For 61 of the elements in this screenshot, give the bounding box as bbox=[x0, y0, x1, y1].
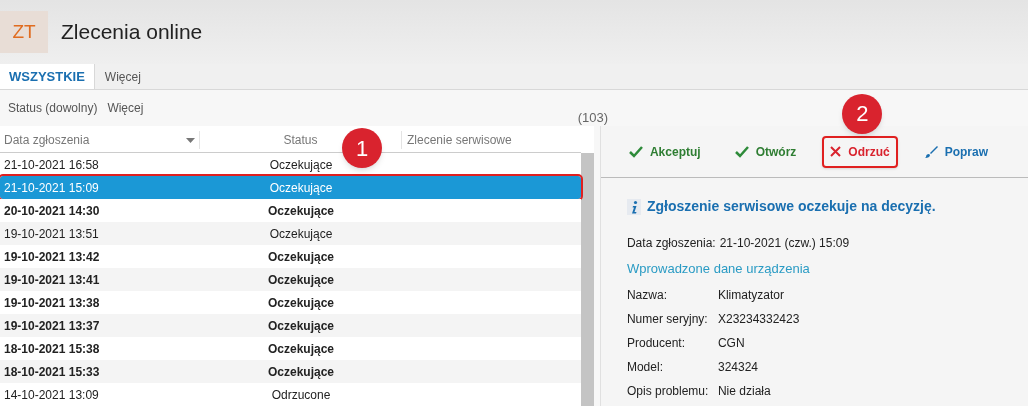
table-row[interactable]: 19-10-2021 13:51 Oczekujące bbox=[0, 222, 581, 245]
check-icon bbox=[734, 145, 749, 158]
date-cell-text: 19-10-2021 13:51 bbox=[3, 225, 100, 243]
status-cell-text: Oczekujące bbox=[268, 179, 334, 197]
status-cell-text: Oczekujące bbox=[266, 271, 335, 289]
field-value: CGN bbox=[717, 335, 745, 352]
date-cell-text: 19-10-2021 13:42 bbox=[3, 248, 101, 266]
table-row[interactable]: 18-10-2021 15:33 Oczekujące bbox=[0, 360, 581, 383]
date-cell-text: 19-10-2021 13:41 bbox=[3, 271, 101, 289]
date-cell-text: 21-10-2021 16:58 bbox=[3, 156, 100, 174]
table-row[interactable]: 19-10-2021 13:41 Oczekujące bbox=[0, 268, 581, 291]
date-cell-text: 18-10-2021 15:33 bbox=[3, 363, 101, 381]
status-cell-text: Oczekujące bbox=[266, 248, 335, 266]
date-cell-text: 21-10-2021 15:09 bbox=[3, 179, 100, 197]
check-icon bbox=[628, 145, 643, 158]
field-label: Producent: bbox=[626, 335, 686, 352]
status-cell-text: Oczekujące bbox=[266, 340, 335, 358]
column-header[interactable]: Data zgłoszenia bbox=[0, 131, 200, 149]
column-header[interactable]: Zlecenie serwisowe bbox=[402, 131, 581, 149]
field-label: Numer seryjny: bbox=[626, 311, 709, 328]
status-cell-text: Odrzucone bbox=[270, 386, 332, 404]
toolbar-button[interactable]: Popraw bbox=[915, 135, 996, 168]
section-heading: Wprowadzone dane urządzenia bbox=[626, 260, 811, 279]
status-cell-text: Oczekujące bbox=[266, 294, 335, 312]
date-cell-text: 14-10-2021 13:09 bbox=[3, 386, 100, 404]
sort-arrow-icon bbox=[186, 137, 195, 143]
app-title: Zlecenia online bbox=[61, 19, 203, 46]
status-cell-text: Oczekujące bbox=[266, 363, 335, 381]
tab[interactable]: WSZYSTKIE bbox=[0, 64, 95, 89]
date-cell-text: 19-10-2021 13:37 bbox=[3, 317, 101, 335]
status-cell-text: Oczekujące bbox=[268, 156, 334, 174]
toolbar-button[interactable]: Otwórz bbox=[726, 135, 805, 168]
field-label: Opis problemu: bbox=[626, 383, 710, 400]
status-cell-text: Oczekujące bbox=[266, 317, 335, 335]
field-value: 324324 bbox=[717, 359, 758, 376]
step-marker: 1 bbox=[342, 128, 382, 168]
filter-link[interactable]: Więcej bbox=[107, 99, 144, 117]
field-value: Nie działa bbox=[717, 383, 771, 400]
toolbar-button[interactable]: Akceptuj bbox=[620, 135, 709, 168]
brush-icon bbox=[923, 144, 938, 159]
info-icon bbox=[626, 198, 641, 215]
field-label: Model: bbox=[626, 359, 664, 376]
app-logo: ZT bbox=[0, 11, 48, 53]
date-cell-text: 20-10-2021 14:30 bbox=[3, 202, 101, 220]
date-cell-text: 18-10-2021 15:38 bbox=[3, 340, 101, 358]
tab[interactable]: Więcej bbox=[94, 64, 151, 89]
field-value: X23234332423 bbox=[717, 311, 800, 328]
date-cell-text: 19-10-2021 13:38 bbox=[3, 294, 101, 312]
status-cell-text: Oczekujące bbox=[268, 225, 334, 243]
field-label: Data zgłoszenia: bbox=[626, 235, 716, 252]
close-icon bbox=[830, 146, 842, 157]
field-label: Nazwa: bbox=[626, 287, 668, 304]
field-value: 21-10-2021 (czw.) 15:09 bbox=[719, 235, 850, 252]
status-cell-text: Oczekujące bbox=[266, 202, 335, 220]
record-count: (103) bbox=[577, 109, 608, 127]
table-row[interactable]: 19-10-2021 13:37 Oczekujące bbox=[0, 314, 581, 337]
field-value: Klimatyzator bbox=[717, 287, 784, 304]
toolbar-button[interactable]: Odrzuć bbox=[822, 135, 898, 168]
status-notice: Zgłoszenie serwisowe oczekuje na decyzję. bbox=[646, 197, 936, 216]
step-marker: 2 bbox=[842, 93, 883, 134]
filter-link[interactable]: Status (dowolny) bbox=[8, 99, 98, 117]
